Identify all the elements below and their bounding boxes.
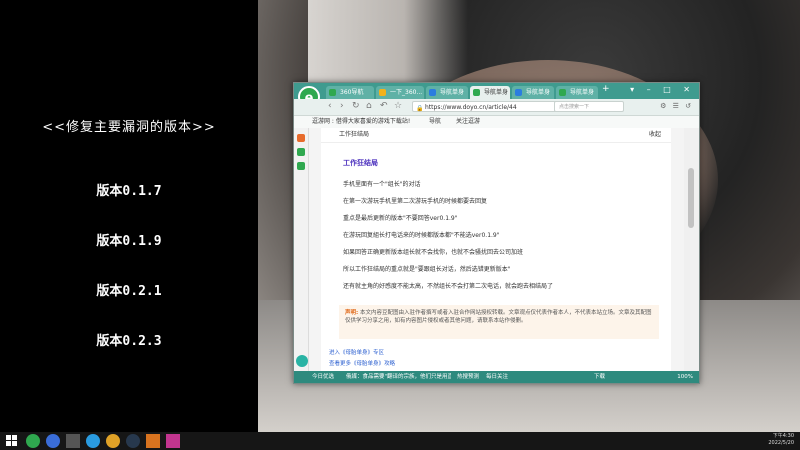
steam-icon[interactable]: [126, 434, 140, 448]
status-bar: 今日优选 俄媒：食品需要"翻译的宗族，他们只是用直接数据... 热搜预测 每日关…: [294, 371, 699, 383]
clock-time: 下午4:30: [772, 433, 794, 439]
status-follow[interactable]: 每日关注: [486, 371, 508, 383]
article-paragraph: 在游玩回复組长打电话来的时候都版本都"不能选ver0.1.9": [343, 232, 500, 239]
search-input[interactable]: 点击搜索一下: [554, 101, 624, 112]
status-hot[interactable]: 热搜预测: [457, 371, 479, 383]
disclaimer-label: 声明:: [345, 310, 359, 316]
left-sidebar: [294, 128, 309, 371]
game-taskbar-icon[interactable]: [166, 434, 180, 448]
browser-taskbar-icon[interactable]: [26, 434, 40, 448]
tab-favicon-icon: [515, 89, 522, 96]
bookmark-follow[interactable]: 关注逗游: [456, 116, 480, 128]
browser-tab[interactable]: 一下_360...: [376, 86, 424, 99]
star-icon[interactable]: ☆: [394, 101, 402, 111]
tab-favicon-icon: [473, 89, 480, 96]
zone-link[interactable]: 进入《母胎单身》专区: [329, 348, 384, 356]
taskbar: 下午4:30 2022/5/20: [0, 432, 800, 450]
app-taskbar-icon[interactable]: [106, 434, 120, 448]
bookmark-nav[interactable]: 导航: [429, 116, 441, 128]
system-clock[interactable]: 下午4:30 2022/5/20: [768, 433, 794, 447]
article-paragraph: 如果回答正确更新版本组长就不会找你，也就不会骚扰回去公司加班: [343, 249, 524, 256]
app-taskbar-icon[interactable]: [66, 434, 80, 448]
article-paragraph: 所以工作狂结局的重点就是"要跟组长对话，然后选错更新版本": [343, 266, 511, 273]
sidebar-app-icon[interactable]: [297, 134, 305, 142]
app-taskbar-icon[interactable]: [146, 434, 160, 448]
guides-link[interactable]: 查看更多《母胎单身》攻略: [329, 359, 395, 367]
app-taskbar-icon[interactable]: [46, 434, 60, 448]
version-item: 版本0.2.1: [96, 284, 162, 299]
collapse-button[interactable]: 收起: [649, 128, 661, 142]
tab-favicon-icon: [329, 89, 336, 96]
browser-window: 360导航 一下_360... 导航单身 导航单身 导航单身 导航单身 + ▾ …: [293, 82, 700, 384]
status-download[interactable]: 下载: [594, 371, 605, 383]
forward-icon[interactable]: ›: [340, 101, 344, 111]
window-controls[interactable]: ▾ – □ ✕: [630, 85, 695, 94]
article-paragraph: 在第一次游玩手机里第二次游玩手机的时候都要去回复: [343, 198, 488, 205]
browser-tab-active[interactable]: 导航单身: [470, 86, 510, 99]
status-picks[interactable]: 今日优选: [312, 371, 334, 383]
back-icon[interactable]: ‹: [328, 101, 332, 111]
nav-bar: ‹ › ↻ ⌂ ↶ ☆ 🔒 https://www.doyo.cn/article…: [294, 99, 699, 116]
version-item: 版本0.2.3: [96, 334, 162, 349]
article-paragraph: 重点是最后更新的版本"不要回答ver0.1.9": [343, 215, 458, 222]
page-content: 工作狂结局 收起 工作狂结局 手机里面有一个"组长"的对话 在第一次游玩手机里第…: [309, 128, 684, 371]
clock-date: 2022/5/20: [768, 440, 794, 446]
windows-start-icon[interactable]: [6, 435, 18, 447]
disclaimer-box: 声明: 本文内容豆配图由入驻作者撰写或者入驻合作网站授权转载。文章观点仅代表作者…: [339, 305, 659, 339]
version-list-panel: <<修复主要漏洞的版本>> 版本0.1.7 版本0.1.9 版本0.2.1 版本…: [0, 0, 258, 432]
app-taskbar-icon[interactable]: [86, 434, 100, 448]
status-news[interactable]: 俄媒：食品需要"翻译的宗族，他们只是用直接数据...: [346, 371, 451, 383]
tab-favicon-icon: [429, 89, 436, 96]
browser-tab[interactable]: 360导航: [326, 86, 374, 99]
assistant-icon[interactable]: [296, 355, 308, 367]
toolbar-icons[interactable]: ⚙ ☰ ↺: [660, 102, 693, 110]
zoom-level[interactable]: 100%: [677, 371, 693, 383]
sidebar-app-icon[interactable]: [297, 148, 305, 156]
breadcrumb[interactable]: 工作狂结局: [339, 128, 369, 142]
address-bar[interactable]: 🔒 https://www.doyo.cn/article/44: [412, 101, 572, 112]
article-paragraph: 还有就主角的好感度不能太高，不然组长不会打第二次电话，就会跑去相结局了: [343, 283, 554, 290]
browser-tab[interactable]: 导航单身: [426, 86, 468, 99]
tab-favicon-icon: [379, 89, 386, 96]
undo-icon[interactable]: ↶: [380, 101, 388, 111]
scrollbar[interactable]: [684, 128, 699, 371]
article-header: 工作狂结局 收起: [321, 128, 671, 143]
bookmark-site[interactable]: 逗游网 : 借得大家喜爱的游戏下载站!: [312, 116, 410, 128]
version-item: 版本0.1.9: [96, 234, 162, 249]
lock-icon: 🔒: [416, 105, 424, 112]
version-item: 版本0.1.7: [96, 184, 162, 199]
article-paragraph: 手机里面有一个"组长"的对话: [343, 181, 421, 188]
sidebar-app-icon[interactable]: [297, 162, 305, 170]
scrollbar-thumb[interactable]: [688, 168, 694, 228]
home-icon[interactable]: ⌂: [366, 101, 372, 111]
tab-favicon-icon: [559, 89, 566, 96]
new-tab-button[interactable]: +: [602, 84, 610, 94]
refresh-icon[interactable]: ↻: [352, 101, 360, 111]
browser-tab[interactable]: 导航单身: [512, 86, 554, 99]
article-card: 工作狂结局 收起 工作狂结局 手机里面有一个"组长"的对话 在第一次游玩手机里第…: [321, 128, 671, 371]
browser-tab[interactable]: 导航单身: [556, 86, 598, 99]
version-list-title: <<修复主要漏洞的版本>>: [42, 120, 216, 135]
tab-bar: 360导航 一下_360... 导航单身 导航单身 导航单身 导航单身 + ▾ …: [294, 83, 699, 99]
disclaimer-text: 本文内容豆配图由入驻作者撰写或者入驻合作网站授权转载。文章观点仅代表作者本人，不…: [345, 310, 652, 324]
article-heading: 工作狂结局: [343, 159, 378, 167]
